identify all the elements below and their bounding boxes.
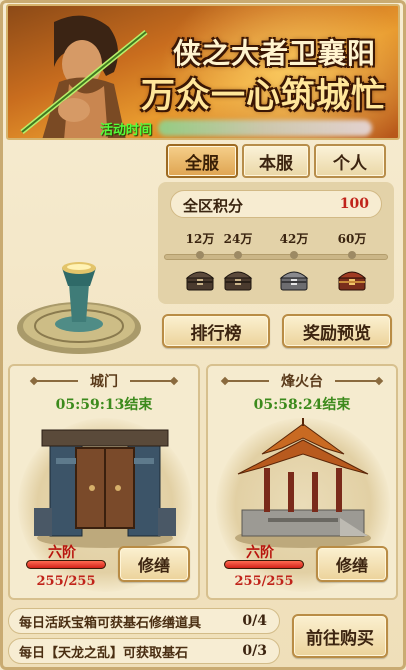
building-name-row: 城门	[10, 372, 198, 390]
building-hp-fill	[27, 561, 105, 568]
building-level: 六阶	[246, 545, 274, 561]
score-panel: 全区积分 100 12万 24万 42万 60万	[158, 182, 394, 304]
building-name-row: 烽火台	[208, 372, 396, 390]
total-score-value: 100	[339, 196, 369, 212]
building-hp-fill	[225, 561, 303, 568]
daily-task-text: 每日【天龙之乱】可获取基石	[19, 645, 189, 661]
divider	[335, 380, 379, 382]
event-banner: 侠之大者卫襄阳 万众一心筑城忙 活动时间	[6, 4, 400, 140]
daily-task-row: 每日【天龙之乱】可获取基石 0/3	[8, 638, 280, 664]
go-buy-button[interactable]: 前往购买	[292, 614, 388, 658]
total-score-label: 全区积分	[183, 197, 244, 215]
chest-gold-icon[interactable]	[337, 268, 367, 292]
event-time-row: 活动时间	[100, 118, 373, 138]
beacon-tower-icon[interactable]	[228, 418, 378, 548]
building-level: 六阶	[48, 545, 76, 561]
building-hp-bar	[26, 560, 106, 569]
divider	[34, 380, 78, 382]
tab-personal[interactable]: 个人	[314, 144, 386, 178]
chest-bronze-icon[interactable]	[223, 268, 253, 292]
chest-bronze-icon[interactable]	[185, 268, 215, 292]
daily-task-text: 每日活跃宝箱可获基石修缮道具	[19, 615, 202, 631]
milestone-dot	[348, 251, 356, 259]
building-hp-text: 255/255	[36, 574, 96, 589]
milestone-label: 60万	[337, 232, 367, 246]
daily-task-count: 0/3	[242, 643, 267, 659]
repair-button[interactable]: 修缮	[316, 546, 388, 582]
building-hp-bar	[224, 560, 304, 569]
tab-this-server[interactable]: 本服	[242, 144, 310, 178]
building-name: 城门	[90, 374, 118, 390]
event-time-label: 活动时间	[100, 122, 153, 138]
milestone-dot	[290, 251, 298, 259]
milestone-label: 12万	[185, 232, 215, 246]
building-card-beacon-tower: 烽火台 05:58:24结束 六阶 255/255 修缮	[206, 364, 398, 600]
building-timer: 05:58:24结束	[253, 397, 351, 413]
event-time-obscured	[158, 120, 373, 136]
milestone-label: 24万	[223, 232, 253, 246]
chest-silver-icon[interactable]	[279, 268, 309, 292]
milestone-dot	[196, 251, 204, 259]
building-card-city-gate: 城门 05:59:13结束 六阶 255/255 修缮	[8, 364, 200, 600]
banner-title-line1: 侠之大者卫襄阳	[172, 37, 376, 70]
ranking-button[interactable]: 排行榜	[162, 314, 270, 348]
reward-preview-button[interactable]: 奖励预览	[282, 314, 392, 348]
milestone-label: 42万	[279, 232, 309, 246]
repair-button[interactable]: 修缮	[118, 546, 190, 582]
city-gate-icon[interactable]	[30, 418, 180, 548]
total-score-row: 全区积分 100	[170, 190, 382, 218]
building-timer: 05:59:13结束	[55, 397, 153, 413]
daily-task-count: 0/4	[242, 613, 267, 629]
building-hp-text: 255/255	[234, 574, 294, 589]
banner-title-line2: 万众一心筑城忙	[141, 76, 386, 116]
building-name: 烽火台	[281, 374, 323, 390]
divider	[130, 380, 174, 382]
altar-icon	[17, 262, 141, 354]
tab-all-servers[interactable]: 全服	[166, 144, 238, 178]
milestone-dot	[234, 251, 242, 259]
daily-task-row: 每日活跃宝箱可获基石修缮道具 0/4	[8, 608, 280, 634]
divider	[225, 380, 269, 382]
